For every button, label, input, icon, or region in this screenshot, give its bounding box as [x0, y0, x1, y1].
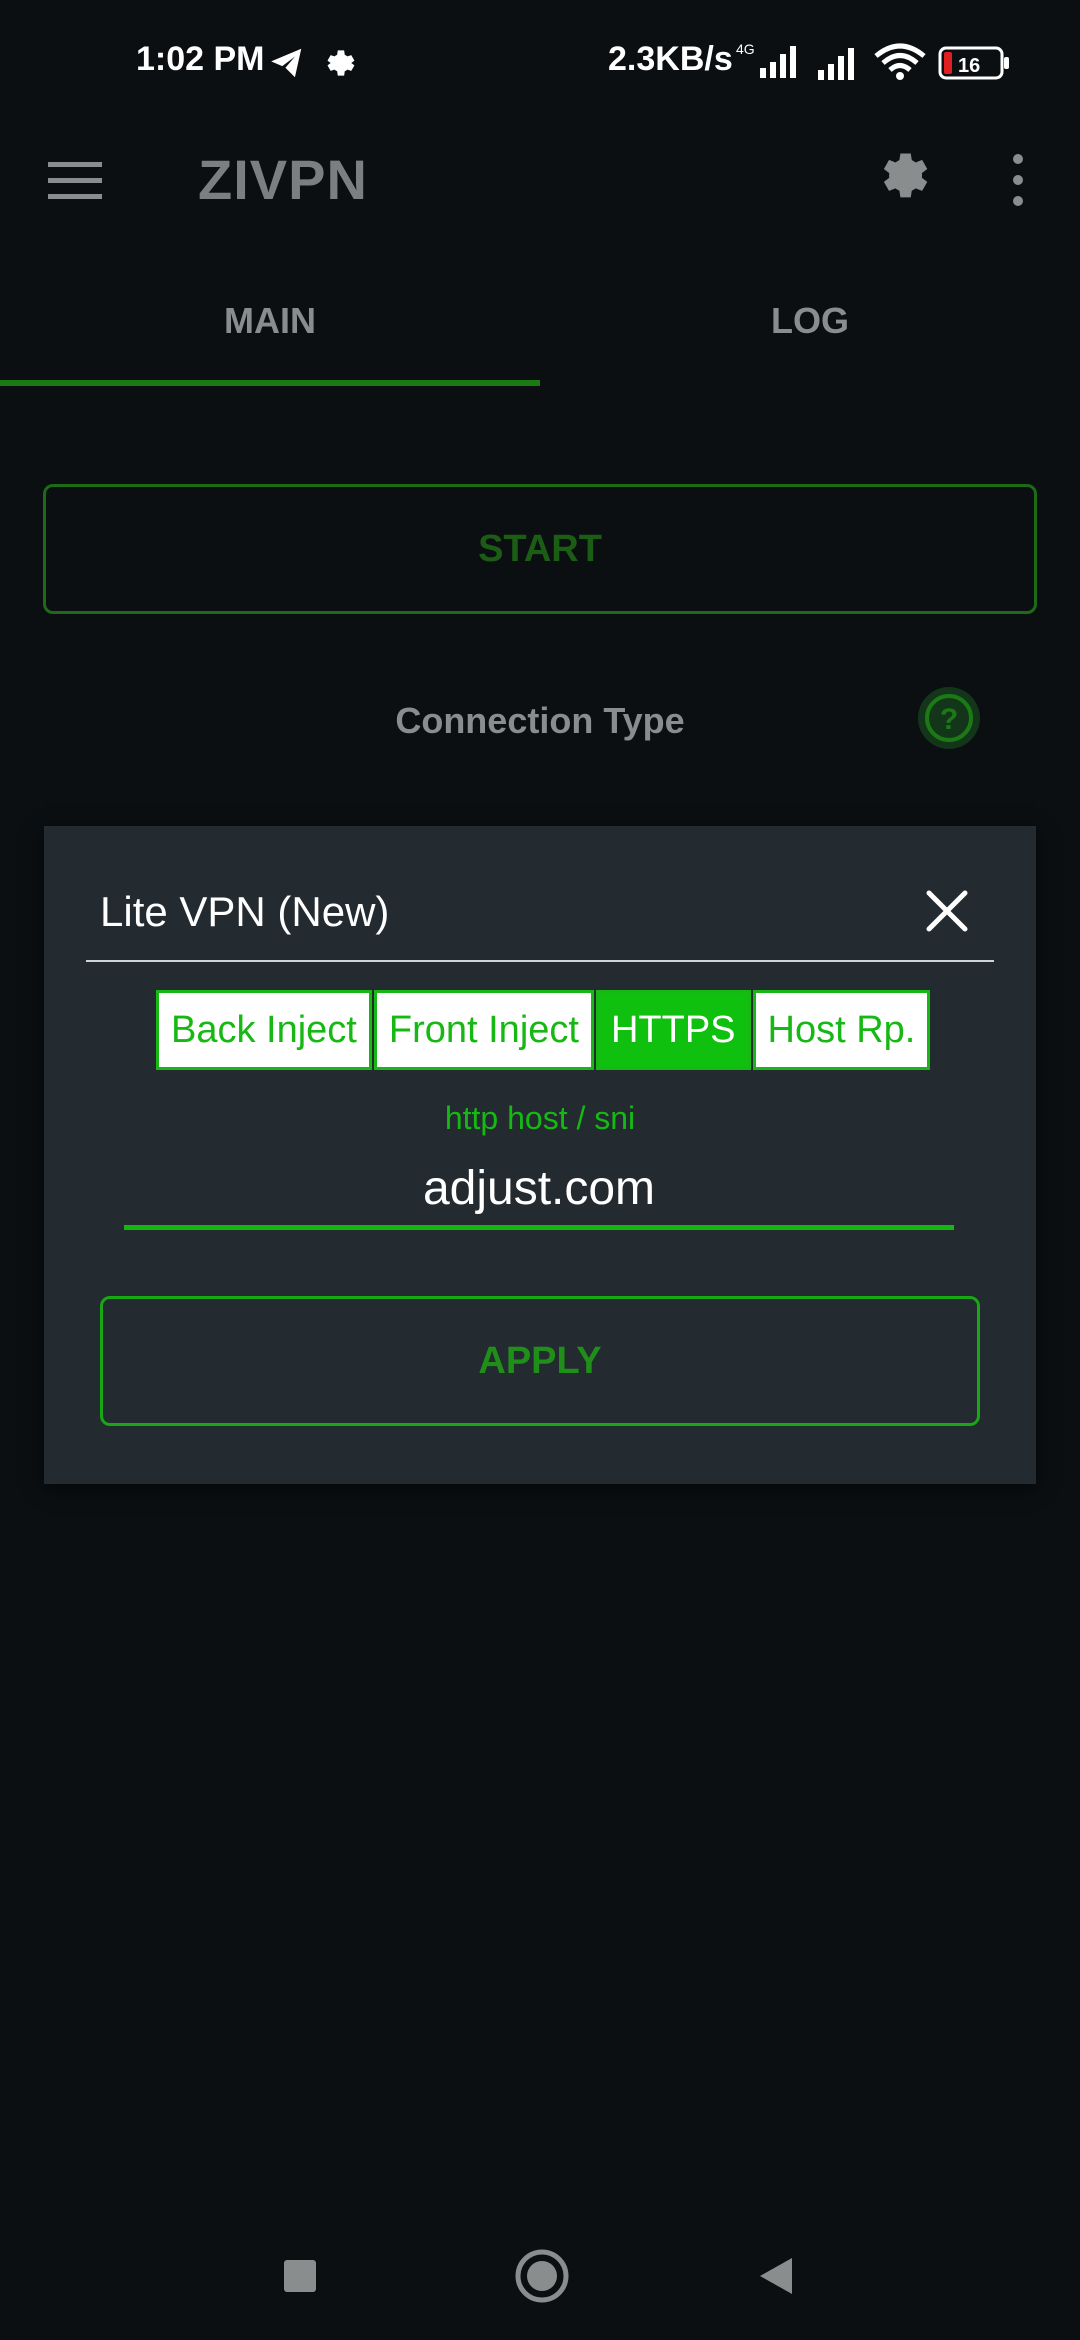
gear-icon	[327, 50, 355, 76]
segment-https[interactable]: HTTPS	[595, 990, 751, 1070]
app-bar: ZIVPN	[0, 125, 1080, 235]
home-icon[interactable]	[514, 2248, 570, 2304]
svg-text:4G: 4G	[736, 41, 755, 57]
signal-4g-icon: 4G	[736, 41, 796, 78]
svg-text:16: 16	[958, 55, 980, 77]
dialog-divider	[86, 960, 994, 962]
battery-icon: 16	[938, 46, 1009, 80]
help-icon[interactable]: ?	[916, 685, 982, 751]
tab-bar: MAIN LOG	[0, 270, 1080, 390]
recents-icon[interactable]	[284, 2260, 316, 2292]
http-host-input[interactable]	[124, 1152, 954, 1230]
segment-back-inject[interactable]: Back Inject	[156, 990, 372, 1070]
status-bar: 1:02 PM 2.3KB/s 4G 16	[0, 0, 1080, 125]
hamburger-menu-icon[interactable]	[48, 160, 106, 202]
more-options-icon[interactable]	[1004, 151, 1032, 209]
start-button[interactable]: START	[43, 484, 1037, 614]
tab-main[interactable]: MAIN	[0, 300, 540, 342]
telegram-icon	[271, 48, 302, 78]
signal-icon	[818, 48, 854, 80]
tab-log[interactable]: LOG	[540, 300, 1080, 342]
tab-indicator	[0, 380, 540, 386]
dialog-title: Lite VPN (New)	[100, 888, 390, 935]
network-speed: 2.3KB/s	[608, 40, 733, 78]
settings-gear-icon[interactable]	[872, 147, 934, 209]
svg-text:?: ?	[940, 703, 958, 736]
back-icon[interactable]	[758, 2256, 794, 2296]
inject-mode-selector: Back Inject Front Inject HTTPS Host Rp.	[156, 990, 932, 1070]
apply-button[interactable]: APPLY	[100, 1296, 980, 1426]
status-time: 1:02 PM	[136, 40, 265, 78]
close-icon[interactable]	[924, 888, 970, 934]
segment-host-rp[interactable]: Host Rp.	[752, 990, 931, 1070]
http-host-label: http host / sni	[444, 1100, 636, 1136]
system-nav-bar	[0, 2220, 1080, 2340]
app-title: ZIVPN	[198, 148, 368, 211]
segment-front-inject[interactable]: Front Inject	[373, 990, 594, 1070]
connection-dialog: Lite VPN (New) Back Inject Front Inject …	[44, 826, 1036, 1484]
wifi-icon	[874, 43, 926, 80]
